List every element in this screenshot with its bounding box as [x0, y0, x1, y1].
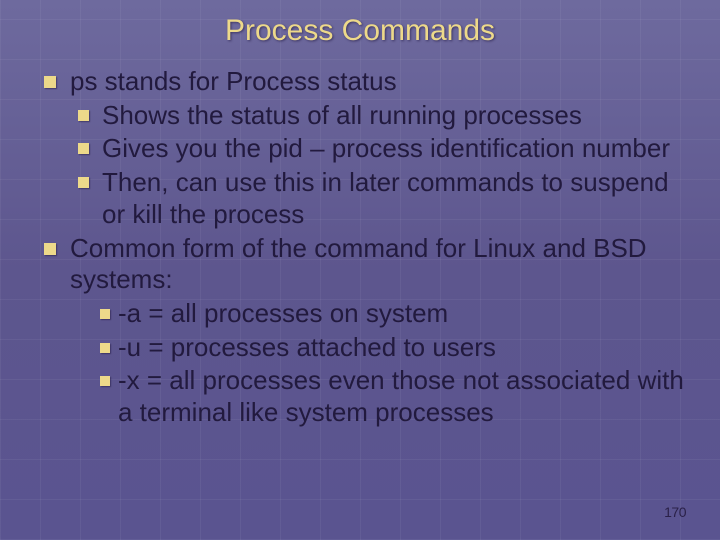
bullet-lvl2: Gives you the pid – process identificati…: [76, 133, 692, 165]
bullet-lvl3: -a = all processes on system: [98, 298, 692, 330]
bullet-lvl1: ps stands for Process status Shows the s…: [42, 66, 692, 231]
page-number: 170: [664, 504, 686, 520]
bullet-text: -a = all processes on system: [118, 298, 448, 328]
bullet-lvl2: Then, can use this in later commands to …: [76, 167, 692, 230]
bullet-text: Then, can use this in later commands to …: [102, 167, 669, 229]
bullet-text: Gives you the pid – process identificati…: [102, 133, 670, 163]
bullet-text: Shows the status of all running processe…: [102, 100, 582, 130]
bullet-lvl1: Common form of the command for Linux and…: [42, 233, 692, 429]
bullet-lvl3: -u = processes attached to users: [98, 332, 692, 364]
bullet-lvl2: Shows the status of all running processe…: [76, 100, 692, 132]
slide: Process Commands ps stands for Process s…: [0, 0, 720, 540]
slide-title: Process Commands: [0, 0, 720, 48]
bullet-text: Common form of the command for Linux and…: [70, 233, 647, 295]
bullet-text: -x = all processes even those not associ…: [118, 365, 684, 427]
bullet-lvl3: -x = all processes even those not associ…: [98, 365, 692, 428]
bullet-text: -u = processes attached to users: [118, 332, 496, 362]
bullet-text: ps stands for Process status: [70, 66, 397, 96]
slide-content: ps stands for Process status Shows the s…: [42, 66, 692, 431]
